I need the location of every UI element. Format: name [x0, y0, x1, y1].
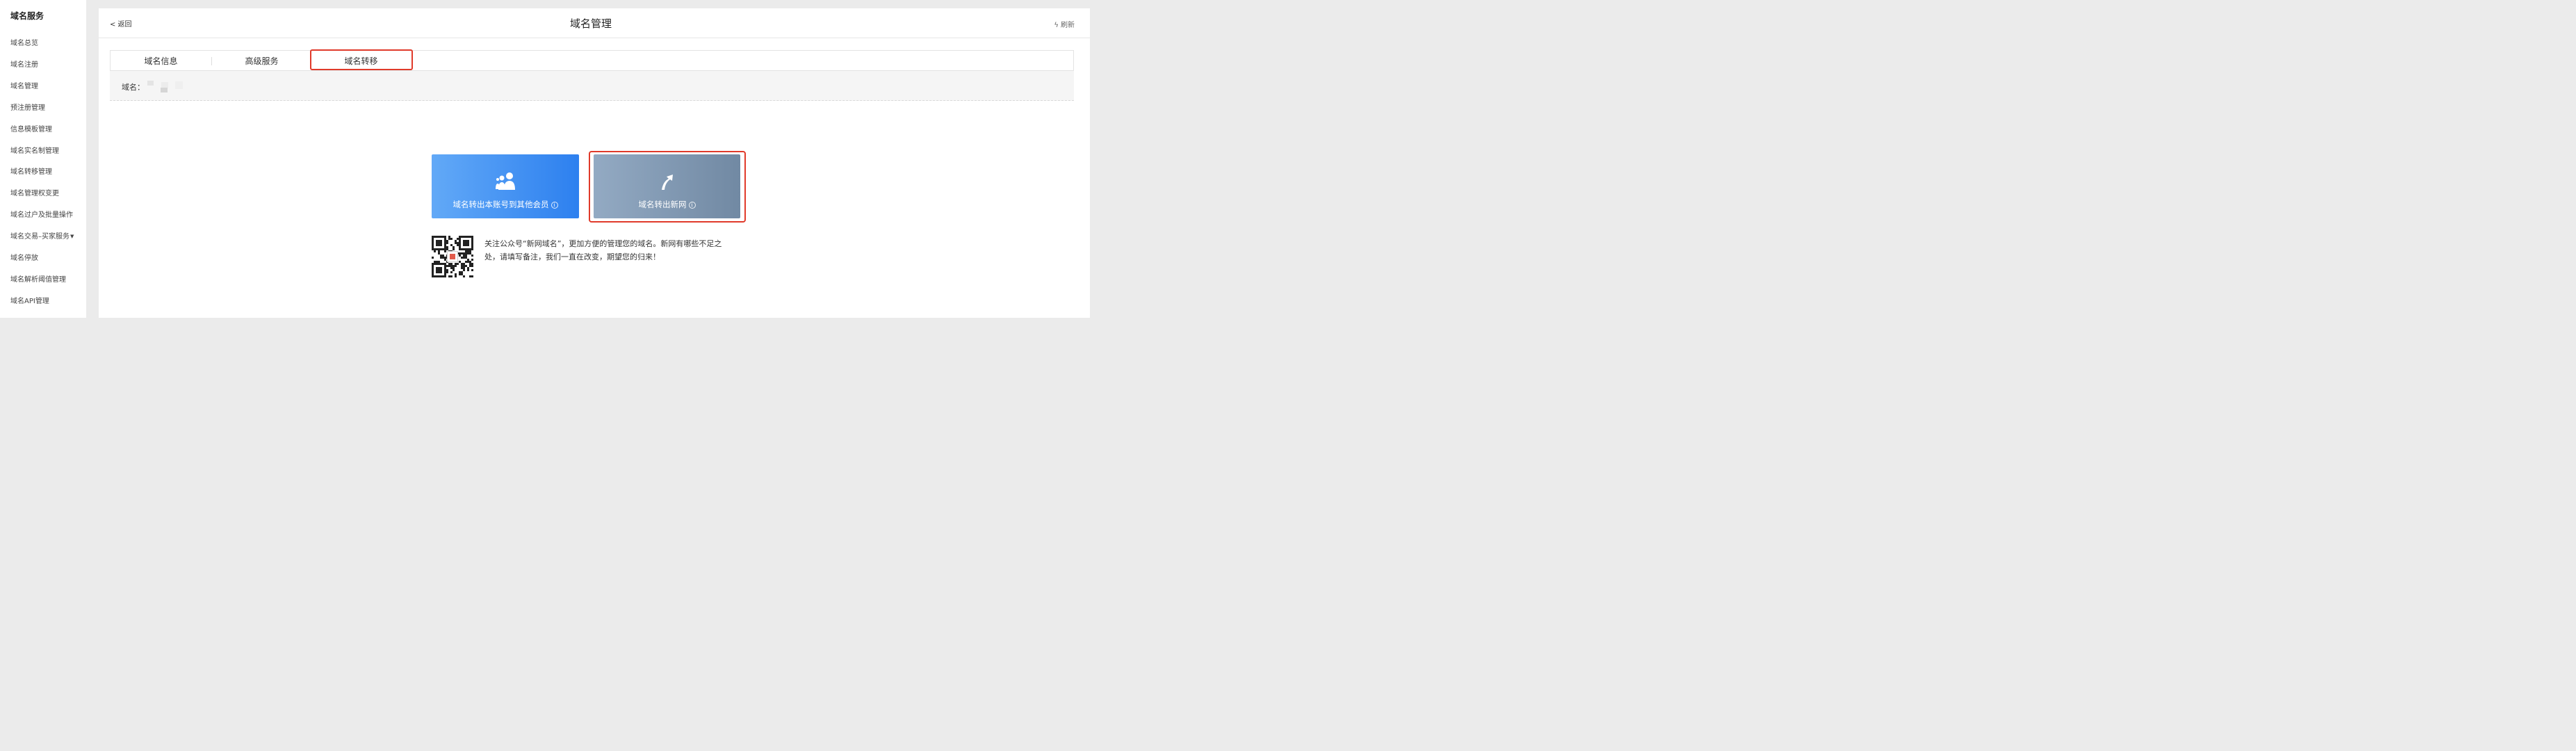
sidebar-item-realname[interactable]: 域名实名制管理 — [10, 145, 59, 155]
info-icon[interactable]: i — [688, 201, 696, 209]
sidebar-item-threshold[interactable]: 域名解析阈值管理 — [10, 273, 66, 284]
transfer-out-label: 域名转出新网 i — [594, 199, 740, 210]
tab-advanced-service[interactable]: 高级服务 — [211, 51, 312, 70]
sidebar-item-register[interactable]: 域名注册 — [10, 58, 38, 69]
top-bar: < 返回 域名管理 ϟ 刷新 — [99, 8, 1090, 38]
transfer-out-button[interactable]: 域名转出新网 i — [594, 154, 740, 218]
sidebar-item-batch[interactable]: 域名过户及批量操作 — [10, 209, 73, 219]
qr-logo — [447, 251, 458, 262]
transfer-to-member-text: 域名转出本账号到其他会员 — [453, 200, 549, 209]
follow-message: 关注公众号“新网域名”，更加方便的管理您的域名。新网有哪些不足之处，请填写备注，… — [484, 239, 722, 261]
domain-row: 域名： — [110, 71, 1074, 101]
redacted-domain — [147, 81, 154, 86]
redacted-domain — [175, 81, 183, 89]
page-title: 域名管理 — [569, 17, 612, 30]
transfer-to-member-button[interactable]: 域名转出本账号到其他会员 i — [432, 154, 579, 218]
tab-domain-info[interactable]: 域名信息 — [111, 51, 211, 70]
sidebar-item-parking[interactable]: 域名停放 — [10, 252, 38, 262]
redacted-domain — [161, 88, 168, 92]
sidebar-item-api[interactable]: 域名API管理 — [10, 295, 49, 305]
domain-label: 域名： — [122, 83, 145, 92]
sidebar: 域名服务 域名总览 域名注册 域名管理 预注册管理 信息模板管理 域名实名制管理… — [0, 0, 86, 318]
transfer-to-member-label: 域名转出本账号到其他会员 i — [432, 199, 579, 210]
users-icon — [496, 172, 515, 190]
tab-bar: 域名信息 高级服务 域名转移 — [110, 49, 1074, 71]
refresh-button[interactable]: ϟ 刷新 — [1054, 19, 1075, 29]
info-icon[interactable]: i — [551, 201, 558, 209]
refresh-label: 刷新 — [1061, 22, 1075, 29]
sidebar-title: 域名服务 — [10, 11, 44, 21]
sidebar-item-preregister[interactable]: 预注册管理 — [10, 102, 45, 112]
tab-domain-transfer[interactable]: 域名转移 — [311, 51, 411, 70]
sidebar-item-templates[interactable]: 信息模板管理 — [10, 123, 52, 134]
qr-logo-mark — [450, 254, 455, 259]
sidebar-item-overview[interactable]: 域名总览 — [10, 37, 38, 47]
qr-code — [432, 236, 473, 277]
arrow-up-icon — [662, 175, 673, 190]
sidebar-item-trading[interactable]: 域名交易–买家服务▼ — [10, 230, 74, 241]
main-panel: < 返回 域名管理 ϟ 刷新 域名信息 高级服务 域名转移 域名： 域名转出本账号… — [99, 8, 1090, 318]
refresh-icon: ϟ — [1054, 22, 1059, 29]
sidebar-item-transfer[interactable]: 域名转移管理 — [10, 165, 52, 176]
sidebar-item-label: 域名交易–买家服务 — [10, 233, 70, 241]
sidebar-item-ownership[interactable]: 域名管理权变更 — [10, 187, 59, 197]
caret-down-icon: ▼ — [70, 234, 74, 239]
transfer-out-text: 域名转出新网 — [638, 200, 687, 209]
sidebar-item-manage[interactable]: 域名管理 — [10, 80, 38, 90]
